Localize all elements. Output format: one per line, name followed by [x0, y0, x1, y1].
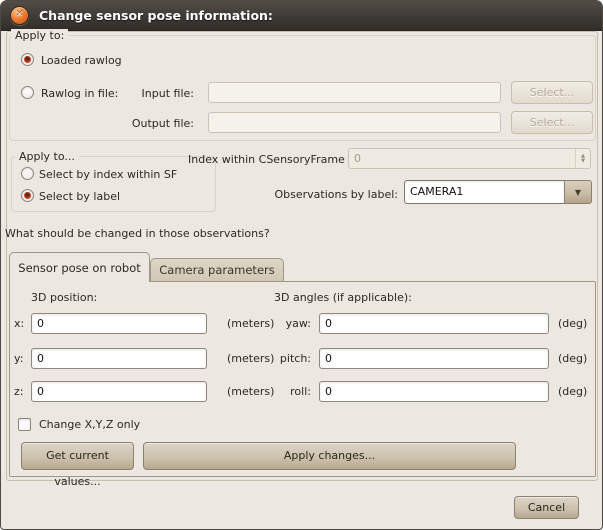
rawlog-in-file-label: Rawlog in file: — [41, 87, 118, 100]
z-field[interactable] — [31, 381, 207, 402]
index-within-sf-label: Index within CSensoryFrame — [188, 153, 338, 166]
index-within-sf-spinner: 0 ▲ ▼ — [348, 148, 591, 169]
question-label: What should be changed in those observat… — [5, 227, 270, 240]
output-file-label: Output file: — [111, 117, 194, 130]
apply-changes-button[interactable]: Apply changes... — [143, 442, 516, 470]
get-current-values-button[interactable]: Get current values... — [21, 442, 134, 470]
position-header: 3D position: — [31, 291, 97, 304]
yaw-label: yaw: — [269, 317, 311, 330]
output-file-field[interactable] — [208, 112, 501, 133]
selection-mode-group — [11, 156, 216, 212]
x-unit-label: (meters) — [227, 317, 274, 330]
roll-field[interactable] — [319, 381, 549, 402]
select-by-index-label: Select by index within SF — [39, 168, 177, 181]
select-by-label-label: Select by label — [39, 190, 120, 203]
x-label: x: — [14, 317, 24, 330]
roll-unit-label: (deg) — [558, 385, 587, 398]
dialog-window: ✕ Change sensor pose information: Apply … — [0, 0, 603, 530]
tab-sensor-pose[interactable]: Sensor pose on robot — [9, 252, 150, 282]
select-input-file-button: Select... — [511, 81, 593, 104]
change-xyz-only-checkbox[interactable] — [18, 418, 31, 431]
y-unit-label: (meters) — [227, 352, 274, 365]
yaw-unit-label: (deg) — [558, 317, 587, 330]
close-icon: ✕ — [16, 11, 24, 20]
y-label: y: — [14, 352, 23, 365]
select-by-label-radio[interactable] — [21, 189, 34, 202]
window-title: Change sensor pose information: — [39, 1, 273, 31]
spin-down-icon: ▼ — [581, 159, 585, 164]
z-label: z: — [14, 385, 23, 398]
rawlog-in-file-radio[interactable] — [21, 86, 34, 99]
window-close-button[interactable]: ✕ — [10, 6, 29, 25]
loaded-rawlog-radio[interactable] — [21, 53, 34, 66]
yaw-field[interactable] — [319, 313, 549, 334]
dropdown-arrow-icon: ▼ — [575, 188, 581, 197]
input-file-label: Input file: — [124, 87, 194, 100]
observations-by-label-label: Observations by label: — [228, 188, 398, 201]
apply-to-legend: Apply to: — [11, 29, 68, 42]
select-by-index-radio[interactable] — [21, 167, 34, 180]
title-bar: ✕ Change sensor pose information: — [1, 1, 602, 31]
change-xyz-only-label: Change X,Y,Z only — [39, 418, 140, 431]
observations-combo-value: CAMERA1 — [404, 180, 564, 204]
selection-mode-legend: Apply to... — [15, 150, 79, 163]
pitch-unit-label: (deg) — [558, 352, 587, 365]
z-unit-label: (meters) — [227, 385, 274, 398]
input-file-field[interactable] — [208, 82, 501, 103]
observations-combo[interactable]: CAMERA1 ▼ — [404, 180, 592, 204]
cancel-button[interactable]: Cancel — [514, 496, 579, 519]
spinner-arrows: ▲ ▼ — [575, 149, 590, 168]
roll-label: roll: — [269, 385, 311, 398]
index-within-sf-value: 0 — [349, 149, 575, 168]
y-field[interactable] — [31, 348, 207, 369]
pitch-field[interactable] — [319, 348, 549, 369]
loaded-rawlog-label: Loaded rawlog — [41, 54, 122, 67]
x-field[interactable] — [31, 313, 207, 334]
tab-camera-parameters[interactable]: Camera parameters — [150, 258, 284, 281]
select-output-file-button: Select... — [511, 111, 593, 134]
pitch-label: pitch: — [269, 352, 311, 365]
angles-header: 3D angles (if applicable): — [274, 291, 412, 304]
combo-dropdown-button[interactable]: ▼ — [564, 180, 592, 204]
